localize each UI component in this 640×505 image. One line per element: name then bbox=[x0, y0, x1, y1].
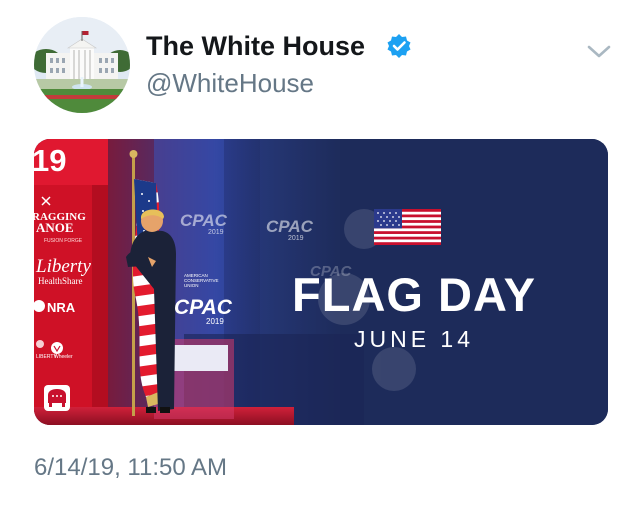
cpac-org-name: AMERICAN CONSERVATIVE UNION bbox=[184, 273, 219, 288]
cpac-logo-main-year: 2019 bbox=[206, 317, 224, 326]
display-name[interactable]: The White House bbox=[146, 31, 365, 62]
flag-day-headline: FLAG DAY bbox=[292, 268, 536, 321]
stage-sign-anoe: ANOE bbox=[36, 220, 74, 235]
chevron-down-icon[interactable] bbox=[584, 42, 614, 62]
stage-sign-fine: FUSION FORGE bbox=[44, 238, 83, 244]
cpac-logo-2: CPAC bbox=[266, 217, 313, 236]
verified-badge-icon bbox=[387, 34, 411, 58]
tweet-media-image[interactable]: 19 RAGGING ANOE FUSION FORGE Liberty Hea… bbox=[34, 139, 608, 425]
white-house-building-icon bbox=[34, 17, 130, 113]
profile-avatar[interactable] bbox=[34, 17, 130, 113]
tweet-card: The White House @WhiteHouse 19 RAGGING A… bbox=[0, 0, 640, 505]
stage-sign-liberty: Liberty bbox=[36, 256, 91, 277]
flag-day-date: JUNE 14 bbox=[353, 326, 475, 352]
cpac-logo-1-year: 2019 bbox=[208, 229, 224, 236]
user-handle[interactable]: @WhiteHouse bbox=[146, 68, 314, 99]
stage-sign-nra: NRA bbox=[47, 300, 76, 315]
stage-sign-bottom-2: Wheeler bbox=[54, 354, 73, 360]
tweet-timestamp[interactable]: 6/14/19, 11:50 AM bbox=[34, 454, 227, 482]
stage-sign-year: 19 bbox=[34, 143, 67, 178]
cpac-logo-1: CPAC bbox=[180, 211, 227, 230]
cpac-logo-2-year: 2019 bbox=[288, 235, 304, 242]
us-flag-icon bbox=[374, 209, 441, 245]
stage-sign-liberty-sub: HealthShare bbox=[38, 276, 83, 286]
